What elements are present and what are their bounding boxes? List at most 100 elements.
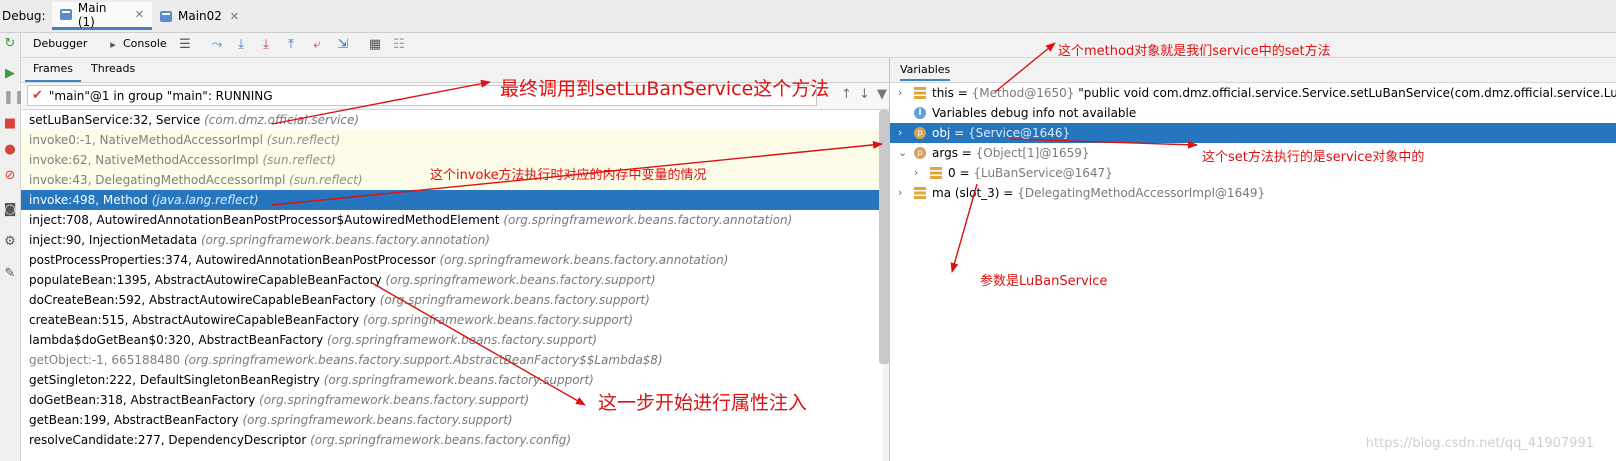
frame-row[interactable]: inject:90, InjectionMetadata (org.spring…: [21, 230, 883, 250]
arrow-down-icon[interactable]: ↓: [859, 87, 870, 102]
variable-equals: =: [955, 166, 974, 180]
frame-package: (org.springframework.beans.factory.confi…: [310, 433, 572, 447]
variable-equals: =: [999, 186, 1018, 200]
chevron-right-icon[interactable]: ›: [898, 123, 908, 143]
variable-equals: =: [953, 86, 972, 100]
frames-scrollbar[interactable]: [879, 110, 889, 364]
session-tab-label: Main02: [178, 9, 222, 23]
chevron-right-icon[interactable]: ›: [898, 183, 908, 203]
close-icon[interactable]: ✕: [135, 8, 144, 21]
settings-icon[interactable]: ⚙: [3, 235, 17, 249]
variables-header: Variables: [890, 58, 1616, 83]
camera-icon[interactable]: ◙: [3, 203, 17, 217]
drop-frame-icon[interactable]: ⤶: [309, 37, 325, 53]
frame-row[interactable]: doCreateBean:592, AbstractAutowireCapabl…: [21, 290, 883, 310]
annotation-property-injection: 这一步开始进行属性注入: [598, 392, 808, 414]
frame-row[interactable]: invoke:498, Method (java.lang.reflect): [21, 190, 883, 210]
chevron-down-icon[interactable]: ⌄: [898, 143, 908, 163]
rerun-icon[interactable]: ↻: [3, 37, 17, 51]
variable-value: {LuBanService@1647}: [973, 166, 1113, 180]
pin-icon[interactable]: ✎: [3, 267, 17, 281]
frame-package: (org.springframework.beans.factory.annot…: [503, 213, 793, 227]
annotation-invoke-memory: 这个invoke方法执行时对应的内存中变量的情况: [430, 168, 707, 183]
debugger-toolbar: Debugger ▸ Console ☰ ⤳ ⤓ ⤓ ⤒ ⤶ ⇲ ▦ ☷: [21, 33, 1616, 58]
annotation-final-call: 最终调用到setLuBanService这个方法: [500, 78, 830, 100]
frame-method: invoke:62, NativeMethodAccessorImpl: [29, 153, 259, 167]
tab-console[interactable]: Console: [123, 37, 167, 50]
tab-frames[interactable]: Frames: [25, 58, 82, 82]
session-tab-main1[interactable]: Main (1) ✕: [52, 0, 152, 30]
frame-method: populateBean:1395, AbstractAutowireCapab…: [29, 273, 382, 287]
step-over-icon[interactable]: ⤓: [233, 37, 249, 53]
variable-row[interactable]: › ma (slot_3) = {DelegatingMethodAccessor…: [890, 183, 1616, 203]
variable-name: ma (slot_3): [932, 186, 1000, 200]
session-tab-label: Main (1): [77, 0, 107, 29]
field-icon: [914, 87, 926, 99]
variable-value: {DelegatingMethodAccessorImpl@1649}: [1017, 186, 1266, 200]
tab-debugger[interactable]: Debugger: [33, 37, 87, 50]
evaluate-expression-icon[interactable]: ▦: [367, 37, 383, 53]
variable-text: Variables debug info not available: [932, 103, 1136, 123]
frame-row[interactable]: getObject:-1, 665188480 (org.springframe…: [21, 350, 883, 370]
arrow-up-icon[interactable]: ↑: [841, 87, 852, 102]
variable-row[interactable]: › 0 = {LuBanService@1647}: [890, 163, 1616, 183]
chevron-right-icon[interactable]: ›: [914, 163, 924, 183]
variable-text: this = {Method@1650} "public void com.dm…: [932, 83, 1616, 103]
menu-icon[interactable]: ☰: [177, 37, 193, 53]
frame-row[interactable]: invoke0:-1, NativeMethodAccessorImpl (su…: [21, 130, 883, 150]
frame-method: invoke:43, DelegatingMethodAccessorImpl: [29, 173, 286, 187]
variable-extra: "public void com.dmz.official.service.Se…: [1074, 86, 1616, 100]
close-icon[interactable]: ✕: [230, 10, 239, 23]
filter-icon[interactable]: ▼: [877, 87, 887, 102]
console-icon: ▸: [110, 38, 116, 51]
chevron-right-icon[interactable]: ›: [898, 83, 908, 103]
variable-text: 0 = {LuBanService@1647}: [948, 163, 1113, 183]
frame-package: (org.springframework.beans.factory.suppo…: [242, 413, 513, 427]
frame-method: doCreateBean:592, AbstractAutowireCapabl…: [29, 293, 376, 307]
tab-threads[interactable]: Threads: [83, 58, 143, 82]
variable-text: args = {Object[1]@1659}: [932, 143, 1090, 163]
frame-package: (sun.reflect): [266, 133, 341, 147]
frame-row[interactable]: inject:708, AutowiredAnnotationBeanPostP…: [21, 210, 883, 230]
variable-row[interactable]: › this = {Method@1650} "public void com.d…: [890, 83, 1616, 103]
variable-row[interactable]: › p obj = {Service@1646}: [890, 123, 1616, 143]
frame-row[interactable]: getSingleton:222, DefaultSingletonBeanRe…: [21, 370, 883, 390]
trace-icon[interactable]: ☷: [391, 37, 407, 53]
frame-package: (org.springframework.beans.factory.suppo…: [379, 293, 650, 307]
resume-icon[interactable]: ▶: [3, 67, 17, 81]
run-to-cursor-icon[interactable]: ⇲: [335, 37, 351, 53]
variable-value: {Service@1646}: [967, 126, 1071, 140]
frame-row[interactable]: setLuBanService:32, Service (com.dmz.off…: [21, 110, 883, 130]
show-execution-point-icon[interactable]: ⤳: [209, 37, 225, 53]
pause-icon[interactable]: ❚❚: [3, 91, 25, 105]
debug-label: Debug:: [2, 9, 46, 23]
frame-package: (com.dmz.official.service): [204, 113, 360, 127]
parameter-icon: p: [914, 127, 926, 139]
info-icon: i: [914, 107, 926, 119]
frame-package: (java.lang.reflect): [151, 193, 259, 207]
field-icon: [930, 167, 942, 179]
step-into-icon[interactable]: ⤓: [258, 37, 274, 53]
frame-row[interactable]: postProcessProperties:374, AutowiredAnno…: [21, 250, 883, 270]
variable-name: 0: [948, 166, 956, 180]
stop-icon[interactable]: ■: [3, 117, 17, 131]
view-breakpoints-icon[interactable]: ●: [3, 143, 17, 157]
frame-method: doGetBean:318, AbstractBeanFactory: [29, 393, 256, 407]
variable-row[interactable]: i Variables debug info not available: [890, 103, 1616, 123]
step-out-icon[interactable]: ⤒: [283, 37, 299, 53]
frame-package: (org.springframework.beans.factory.suppo…: [385, 273, 656, 287]
frame-row[interactable]: lambda$doGetBean$0:320, AbstractBeanFact…: [21, 330, 883, 350]
annotation-method-object: 这个method对象就是我们service中的set方法: [1058, 44, 1331, 59]
frame-method: lambda$doGetBean$0:320, AbstractBeanFact…: [29, 333, 324, 347]
session-tab-main02[interactable]: Main02 ✕: [152, 2, 254, 30]
frame-package: (org.springframework.beans.factory.suppo…: [259, 393, 530, 407]
frame-package: (sun.reflect): [262, 153, 336, 167]
frame-row[interactable]: populateBean:1395, AbstractAutowireCapab…: [21, 270, 883, 290]
parameter-icon: p: [914, 147, 926, 159]
frame-row[interactable]: resolveCandidate:277, DependencyDescript…: [21, 430, 883, 450]
annotation-param: 参数是LuBanService: [980, 274, 1108, 289]
frame-row[interactable]: createBean:515, AbstractAutowireCapableB…: [21, 310, 883, 330]
run-config-icon: [60, 9, 72, 20]
mute-breakpoints-icon[interactable]: ⊘: [3, 169, 17, 183]
frame-package: (org.springframework.beans.factory.annot…: [201, 233, 490, 247]
